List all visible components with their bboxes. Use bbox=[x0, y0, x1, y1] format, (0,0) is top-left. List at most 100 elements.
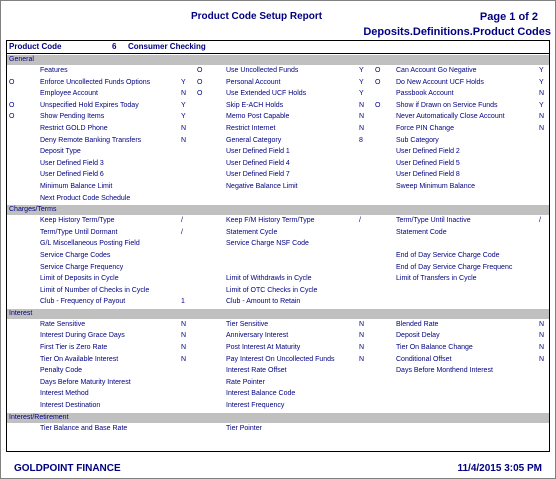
report-path: Deposits.Definitions.Product Codes bbox=[363, 26, 551, 38]
page-number: Page 1 of 2 bbox=[479, 11, 538, 23]
product-code-value: 6 bbox=[112, 42, 117, 51]
field-marker: O bbox=[9, 101, 15, 109]
field-label: Keep History Term/Type bbox=[40, 217, 115, 225]
field-value: Y bbox=[539, 67, 544, 74]
field-label: Interest Frequency bbox=[226, 402, 285, 410]
report-row: Interest During Grace Days N Anniversary I… bbox=[7, 330, 549, 342]
field-label: Tier Sensitive bbox=[226, 320, 269, 328]
report-row: O Show Pending Items Y Memo Post Capable N Ne… bbox=[7, 111, 549, 123]
report-row: Features O Use Uncollected Funds Y O Can Acco… bbox=[7, 65, 549, 77]
field-value: N bbox=[539, 355, 545, 363]
section-header: Interest/Retirement bbox=[7, 412, 549, 423]
field-value: 1 bbox=[181, 298, 185, 306]
field-value: N bbox=[539, 320, 545, 328]
field-label: User Defined Field 5 bbox=[396, 159, 460, 167]
field-label: User Defined Field 1 bbox=[226, 148, 290, 156]
field-label: Service Charge NSF Code bbox=[226, 240, 309, 248]
product-code-label: Product Code bbox=[9, 42, 62, 51]
field-value: N bbox=[359, 332, 365, 340]
field-label: Anniversary Interest bbox=[226, 332, 289, 340]
field-label: First Tier is Zero Rate bbox=[40, 344, 108, 352]
field-label: Limit of OTC Checks in Cycle bbox=[226, 286, 318, 294]
field-value: N bbox=[359, 355, 365, 363]
field-value: N bbox=[539, 344, 545, 352]
report-row: Limit of Number of Checks in Cycle Limit … bbox=[7, 285, 549, 297]
report-row: O Enforce Uncollected Funds Options Y O Pers… bbox=[7, 77, 549, 89]
field-label: Tier Balance and Base Rate bbox=[40, 424, 128, 432]
field-value: / bbox=[539, 217, 541, 225]
field-label: User Defined Field 8 bbox=[396, 171, 460, 179]
field-label: Penalty Code bbox=[40, 367, 83, 375]
field-value: Y bbox=[359, 90, 364, 98]
report-row: User Defined Field 6 User Defined Field 7… bbox=[7, 169, 549, 181]
field-value: N bbox=[181, 344, 187, 352]
field-label: Limit of Number of Checks in Cycle bbox=[40, 286, 150, 294]
field-label: Term/Type Until Inactive bbox=[396, 217, 471, 225]
report-sections: General Features O Use Uncollected Funds Y O C… bbox=[7, 55, 549, 434]
report-row: Service Charge Frequency End of Day Servi… bbox=[7, 262, 549, 274]
field-label: Deposit Delay bbox=[396, 332, 440, 340]
field-label: Negative Balance Limit bbox=[226, 182, 298, 190]
field-value: N bbox=[181, 355, 187, 363]
field-value: Y bbox=[181, 78, 186, 86]
report-row: Service Charge Codes End of Day Service C… bbox=[7, 250, 549, 262]
field-label: Rate Sensitive bbox=[40, 320, 86, 328]
field-value: N bbox=[359, 344, 365, 352]
field-value: Y bbox=[181, 101, 186, 109]
field-label: Employee Account bbox=[40, 90, 98, 98]
field-label: User Defined Field 4 bbox=[226, 159, 290, 167]
field-label: Features bbox=[40, 67, 68, 74]
field-value: N bbox=[539, 332, 545, 340]
field-label: Days Before Monthend Interest bbox=[396, 367, 493, 375]
report-row: Club - Frequency of Payout 1 Club - Amount… bbox=[7, 296, 549, 308]
field-label: Tier Pointer bbox=[226, 424, 262, 432]
field-label: Show if Drawn on Service Funds bbox=[396, 101, 498, 109]
field-label: End of Day Service Charge Code bbox=[396, 251, 500, 259]
field-label: Sweep Minimum Balance bbox=[396, 182, 475, 190]
field-value: Y bbox=[539, 101, 544, 109]
field-value: N bbox=[181, 136, 187, 144]
report-row: Tier On Available Interest N Pay Interest … bbox=[7, 354, 549, 366]
field-label: Service Charge Codes bbox=[40, 251, 111, 259]
field-marker: O bbox=[375, 101, 381, 109]
field-label: Deny Remote Banking Transfers bbox=[40, 136, 142, 144]
field-label: Do New Account UCF Holds bbox=[396, 78, 484, 86]
field-label: Passbook Account bbox=[396, 90, 454, 98]
field-label: Statement Code bbox=[396, 228, 447, 236]
field-value: N bbox=[181, 320, 187, 328]
field-label: Pay Interest On Uncollected Funds bbox=[226, 355, 335, 363]
report-row: G/L Miscellaneous Posting Field Service C… bbox=[7, 238, 549, 250]
report-datetime: 11/4/2015 3:05 PM bbox=[457, 463, 542, 474]
field-label: Skip E-ACH Holds bbox=[226, 101, 284, 109]
field-value: / bbox=[181, 228, 183, 236]
field-label: Service Charge Frequency bbox=[40, 263, 124, 271]
report-row: Tier Balance and Base Rate Tier Pointer bbox=[7, 423, 549, 435]
field-label: G/L Miscellaneous Posting Field bbox=[40, 240, 140, 248]
field-label: Enforce Uncollected Funds Options bbox=[40, 78, 151, 86]
field-label: Rate Pointer bbox=[226, 378, 265, 386]
field-value: Y bbox=[359, 67, 364, 74]
report-row: Minimum Balance Limit Negative Balance Li… bbox=[7, 181, 549, 193]
report-row: User Defined Field 3 User Defined Field 4… bbox=[7, 158, 549, 170]
field-marker: O bbox=[197, 90, 203, 98]
report-row: Limit of Deposits in Cycle Limit of Withd… bbox=[7, 273, 549, 285]
field-label: Minimum Balance Limit bbox=[40, 182, 113, 190]
field-label: Limit of Transfers in Cycle bbox=[396, 275, 477, 283]
product-code-header: Product Code 6 Consumer Checking bbox=[7, 41, 549, 54]
report-row: Deposit Type User Defined Field 1 User Def… bbox=[7, 146, 549, 158]
field-value: N bbox=[181, 124, 187, 132]
field-label: Personal Account bbox=[226, 78, 281, 86]
report-row: Interest Destination Interest Frequency bbox=[7, 400, 549, 412]
field-label: General Category bbox=[226, 136, 282, 144]
field-value: N bbox=[181, 90, 187, 98]
report-title: Product Code Setup Report bbox=[191, 11, 323, 22]
field-label: Keep F/M History Term/Type bbox=[226, 217, 315, 225]
field-label: Restrict GOLD Phone bbox=[40, 124, 108, 132]
field-value: Y bbox=[181, 113, 186, 121]
field-label: Days Before Maturity Interest bbox=[40, 378, 131, 386]
field-label: Interest Rate Offset bbox=[226, 367, 287, 375]
report-row: Deny Remote Banking Transfers N General Ca… bbox=[7, 135, 549, 147]
field-label: Show Pending Items bbox=[40, 113, 105, 121]
field-label: Restrict Internet bbox=[226, 124, 276, 132]
field-label: Term/Type Until Dormant bbox=[40, 228, 118, 236]
